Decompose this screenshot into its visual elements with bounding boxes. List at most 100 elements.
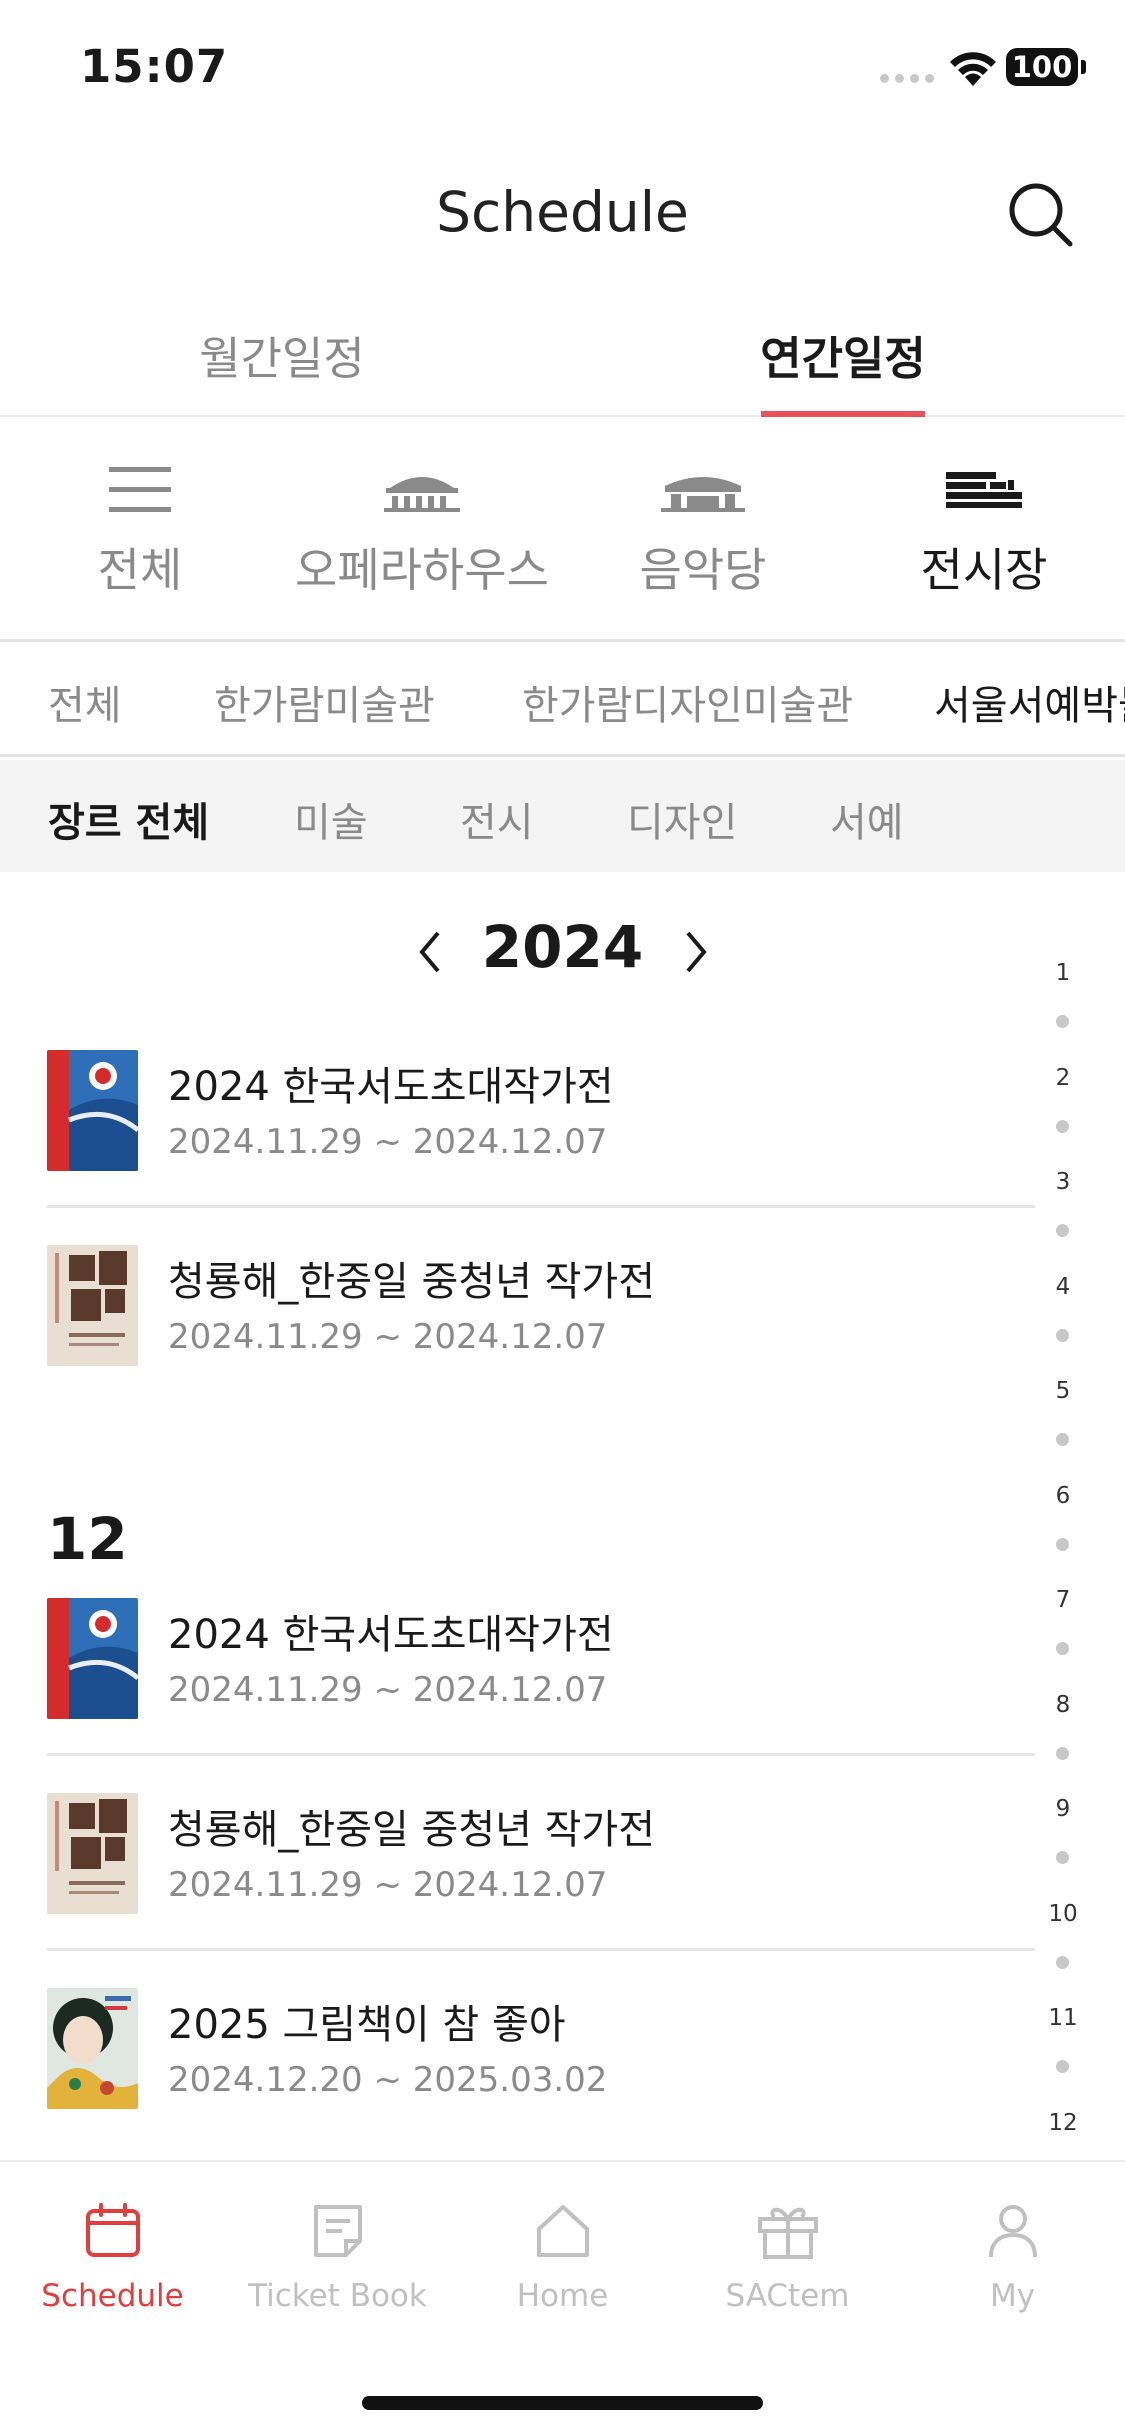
month-index-dot <box>1056 1538 1069 1551</box>
nav-label: Schedule <box>41 2278 184 2314</box>
sub-venue-seoul-calligraphy-museum[interactable]: 서울서예박물관 <box>934 673 1125 731</box>
sub-venue-hangaram-art-museum[interactable]: 한가람미술관 <box>214 673 435 731</box>
month-index-dot <box>1056 1329 1069 1342</box>
month-index-item[interactable]: 10 <box>1040 1901 1086 1927</box>
venue-concert-hall[interactable]: 음악당 <box>603 460 803 600</box>
cellular-signal-icon <box>880 74 934 83</box>
venue-label: 음악당 <box>639 543 767 597</box>
genre-calligraphy[interactable]: 서예 <box>830 790 904 848</box>
opera-house-icon <box>384 477 460 512</box>
month-index-item[interactable]: 6 <box>1040 1483 1086 1509</box>
month-index-dot <box>1056 1747 1069 1760</box>
venue-label: 오페라하우스 <box>295 543 549 597</box>
status-bar: 15:07 100 <box>0 0 1125 140</box>
venue-label: 전시장 <box>920 543 1048 597</box>
venue-label: 전체 <box>97 543 183 597</box>
month-index-item[interactable]: 3 <box>1040 1169 1086 1195</box>
month-heading: 12 <box>47 1505 128 1573</box>
event-item[interactable]: 청룡해_한중일 중청년 작가전 2024.11.29 ~ 2024.12.07 <box>47 1793 1035 1983</box>
home-icon <box>536 2205 589 2257</box>
month-index-dot <box>1056 1224 1069 1237</box>
search-icon[interactable] <box>1006 180 1076 250</box>
month-index-dot <box>1056 1015 1069 1028</box>
month-index-item[interactable]: 1 <box>1040 960 1086 986</box>
month-index-item[interactable]: 7 <box>1040 1587 1086 1613</box>
event-item[interactable]: 2024 한국서도초대작가전 2024.11.29 ~ 2024.12.07 <box>47 1598 1035 1788</box>
sub-venue-selector: 전체 한가람미술관 한가람디자인미술관 서울서예박물관 <box>0 645 1125 757</box>
concert-hall-icon <box>661 477 745 512</box>
user-icon <box>988 2205 1037 2258</box>
nav-label: My <box>989 2278 1036 2314</box>
nav-home[interactable]: Home <box>450 2198 675 2314</box>
event-date-range: 2024.12.20 ~ 2025.03.02 <box>168 2060 608 2100</box>
year-navigator: 2024 <box>0 905 1125 995</box>
event-title: 2024 한국서도초대작가전 <box>168 1612 614 1658</box>
ticket-book-icon <box>313 2205 362 2257</box>
month-index-item[interactable]: 4 <box>1040 1274 1086 1300</box>
month-index-item[interactable]: 11 <box>1040 2005 1086 2031</box>
venue-exhibition-hall[interactable]: 전시장 <box>884 460 1084 600</box>
genre-filter: 장르 전체 미술 전시 디자인 서예 <box>0 760 1125 872</box>
event-item[interactable]: 2025 그림책이 참 좋아 2024.12.20 ~ 2025.03.02 <box>47 1988 1035 2178</box>
venue-selector: 전체 오페라하우스 음악당 전시장 <box>0 420 1125 642</box>
month-index-item[interactable]: 2 <box>1040 1065 1086 1091</box>
month-index-dot <box>1056 1120 1069 1133</box>
chevron-right-icon[interactable] <box>678 927 714 977</box>
nav-label: Ticket Book <box>248 2278 427 2314</box>
month-index-item[interactable]: 9 <box>1040 1796 1086 1822</box>
nav-sactem[interactable]: SACtem <box>675 2198 900 2314</box>
event-poster-thumbnail <box>47 1050 138 1171</box>
genre-design[interactable]: 디자인 <box>627 790 737 848</box>
event-date-range: 2024.11.29 ~ 2024.12.07 <box>168 1865 608 1905</box>
nav-schedule[interactable]: Schedule <box>0 2198 225 2314</box>
event-title: 2025 그림책이 참 좋아 <box>168 2002 566 2048</box>
venue-opera-house[interactable]: 오페라하우스 <box>282 460 562 600</box>
event-item[interactable]: 2024 한국서도초대작가전 2024.11.29 ~ 2024.12.07 <box>47 1050 1035 1240</box>
genre-art[interactable]: 미술 <box>294 790 368 848</box>
nav-label: Home <box>516 2278 609 2314</box>
event-poster-thumbnail <box>47 1793 138 1914</box>
month-index-dot <box>1056 1851 1069 1864</box>
event-poster-thumbnail <box>47 1245 138 1366</box>
sub-venue-hangaram-design-museum[interactable]: 한가람디자인미술관 <box>522 673 853 731</box>
event-title: 청룡해_한중일 중청년 작가전 <box>168 1807 656 1853</box>
tab-monthly-schedule[interactable]: 월간일정 <box>132 322 432 387</box>
battery-icon: 100 <box>1006 48 1086 86</box>
list-divider <box>47 1753 1035 1756</box>
month-index-item[interactable]: 12 <box>1040 2110 1086 2136</box>
venue-all[interactable]: 전체 <box>40 460 240 600</box>
bottom-navigation: Schedule Ticket Book Home SACtem My <box>0 2160 1125 2436</box>
event-poster-thumbnail <box>47 1988 138 2109</box>
sub-venue-all[interactable]: 전체 <box>48 673 122 731</box>
nav-ticket-book[interactable]: Ticket Book <box>225 2198 450 2314</box>
gift-icon <box>757 2207 818 2259</box>
month-index-item[interactable]: 8 <box>1040 1692 1086 1718</box>
month-index-dot <box>1056 1642 1069 1655</box>
main-tabs: 월간일정 연간일정 <box>0 300 1125 417</box>
page-title: Schedule <box>436 180 689 244</box>
genre-exhibition[interactable]: 전시 <box>460 790 534 848</box>
genre-all[interactable]: 장르 전체 <box>48 790 209 848</box>
list-icon <box>109 467 171 512</box>
status-time: 15:07 <box>80 40 229 93</box>
event-title: 청룡해_한중일 중청년 작가전 <box>168 1259 656 1305</box>
month-index-item[interactable]: 5 <box>1040 1378 1086 1404</box>
active-tab-indicator <box>761 411 925 417</box>
event-date-range: 2024.11.29 ~ 2024.12.07 <box>168 1317 608 1357</box>
nav-my[interactable]: My <box>900 2198 1125 2314</box>
event-poster-thumbnail <box>47 1598 138 1719</box>
wifi-icon <box>950 52 996 86</box>
tab-yearly-schedule[interactable]: 연간일정 <box>693 322 993 387</box>
nav-label: SACtem <box>725 2278 850 2314</box>
list-divider <box>47 1205 1035 1208</box>
month-index-dot <box>1056 1433 1069 1446</box>
home-indicator[interactable] <box>362 2396 763 2410</box>
list-divider <box>47 1948 1035 1951</box>
event-title: 2024 한국서도초대작가전 <box>168 1064 614 1110</box>
event-date-range: 2024.11.29 ~ 2024.12.07 <box>168 1122 608 1162</box>
calendar-icon <box>85 2203 140 2257</box>
event-item[interactable]: 청룡해_한중일 중청년 작가전 2024.11.29 ~ 2024.12.07 <box>47 1245 1035 1435</box>
year-label: 2024 <box>481 913 644 981</box>
month-index-dot <box>1056 2060 1069 2073</box>
event-date-range: 2024.11.29 ~ 2024.12.07 <box>168 1670 608 1710</box>
